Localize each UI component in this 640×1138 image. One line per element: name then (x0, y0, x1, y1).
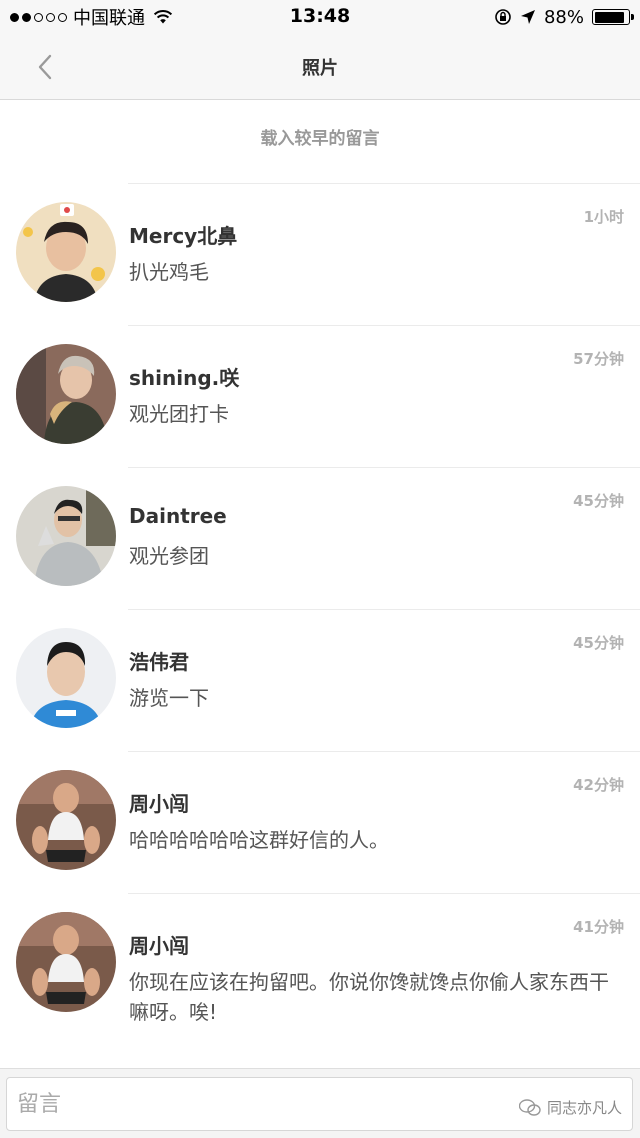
avatar[interactable] (16, 486, 116, 586)
comment-text: 观光参团 (129, 544, 209, 568)
watermark-text: 同志亦凡人 (546, 1099, 622, 1117)
avatar[interactable] (16, 770, 116, 870)
comment-item: shining.咲 57分钟 观光团打卡 (0, 326, 640, 468)
comment-item: 周小闯 42分钟 哈哈哈哈哈哈这群好信的人。 (0, 752, 640, 894)
rotation-lock-icon (495, 9, 511, 25)
comment-text: 扒光鸡毛 (129, 260, 209, 284)
page-title: 照片 (302, 58, 338, 79)
status-bar: 中国联通 13:48 88% (0, 0, 640, 34)
location-arrow-icon (520, 10, 535, 24)
comment-time: 45分钟 (573, 634, 624, 652)
comment-time: 42分钟 (573, 776, 624, 794)
avatar[interactable] (16, 344, 116, 444)
comment-text: 哈哈哈哈哈哈这群好信的人。 (129, 828, 389, 852)
comment-text: 你现在应该在拘留吧。你说你馋就馋点你偷人家东西干嘛呀。唉! (129, 970, 609, 1024)
comment-author[interactable]: Mercy北鼻 (129, 220, 237, 249)
status-bar-right: 88% (494, 6, 634, 28)
watermark: 同志亦凡人 (518, 1097, 622, 1118)
nav-bar: 照片 (0, 34, 640, 100)
avatar[interactable] (16, 202, 116, 302)
comment-item: Mercy北鼻 1小时 扒光鸡毛 (0, 184, 640, 326)
battery-icon (592, 9, 634, 25)
comment-author[interactable]: shining.咲 (129, 362, 239, 391)
battery-percent: 88% (543, 6, 584, 28)
comment-input-bar: 同志亦凡人 (0, 1068, 640, 1138)
avatar[interactable] (16, 628, 116, 728)
comment-time: 1小时 (583, 208, 624, 226)
load-earlier-button[interactable]: 载入较早的留言 (0, 124, 640, 149)
battery-fill (594, 11, 624, 23)
comment-time: 57分钟 (573, 350, 624, 368)
comment-author[interactable]: 浩伟君 (129, 646, 189, 675)
comment-author[interactable]: 周小闯 (129, 930, 189, 959)
comment-item: 浩伟君 45分钟 游览一下 (0, 610, 640, 752)
comment-text: 游览一下 (129, 686, 209, 710)
comment-item: 周小闯 41分钟 你现在应该在拘留吧。你说你馋就馋点你偷人家东西干嘛呀。唉! (0, 894, 640, 1066)
comment-author[interactable]: 周小闯 (129, 788, 189, 817)
avatar[interactable] (16, 912, 116, 1012)
comment-text: 观光团打卡 (129, 402, 229, 426)
comment-item: Daintree 45分钟 观光参团 (0, 468, 640, 610)
comment-time: 41分钟 (573, 918, 624, 936)
comment-author[interactable]: Daintree (129, 504, 227, 528)
wechat-icon (518, 1098, 541, 1116)
comment-time: 45分钟 (573, 492, 624, 510)
